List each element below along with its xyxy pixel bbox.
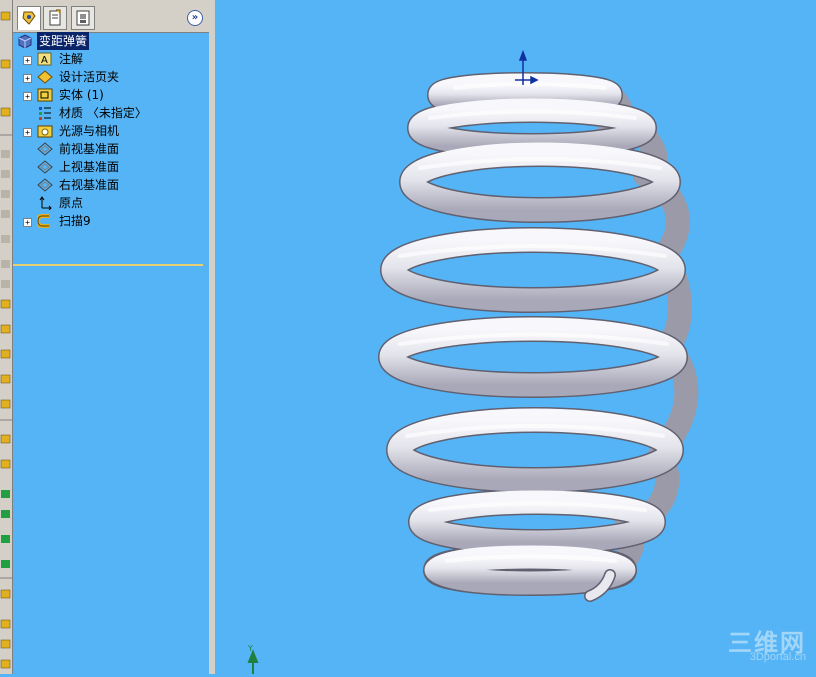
part-icon xyxy=(18,34,32,48)
graphics-viewport[interactable]: Y 三维网 3Dportal.cn xyxy=(215,0,816,674)
annotation-icon: A xyxy=(37,52,52,66)
tree-item-label: 原点 xyxy=(59,196,84,210)
tree-root-label: 变距弹簧 xyxy=(37,32,90,50)
rollback-bar[interactable] xyxy=(13,264,203,266)
feature-manager-icon xyxy=(22,11,36,25)
sweep-icon xyxy=(37,214,49,228)
tree-item-label: 光源与相机 xyxy=(59,124,120,138)
lights-cameras-icon xyxy=(37,125,53,138)
tree-item-right-plane[interactable]: 右视基准面 xyxy=(13,176,209,194)
feature-manager-tabs: » xyxy=(13,0,209,33)
tree-item-origin[interactable]: 原点 xyxy=(13,194,209,212)
expand-toggle[interactable]: + xyxy=(23,74,32,83)
plane-icon xyxy=(37,178,53,192)
tree-item-label: 前视基准面 xyxy=(59,142,120,156)
tree-item-label: 扫描9 xyxy=(59,214,91,228)
spring-model[interactable]: Y xyxy=(215,0,816,674)
tree-item-solid-bodies[interactable]: + 实体 (1) xyxy=(13,86,209,104)
expand-toggle[interactable]: + xyxy=(23,56,32,65)
tree-item-front-plane[interactable]: 前视基准面 xyxy=(13,140,209,158)
tree-item-label: 设计活页夹 xyxy=(59,70,120,84)
tab-feature-manager[interactable] xyxy=(17,6,41,30)
material-icon xyxy=(39,107,51,120)
property-manager-icon xyxy=(49,9,61,26)
origin-icon xyxy=(39,196,52,210)
tree-item-label: 右视基准面 xyxy=(59,178,120,192)
expand-toggle[interactable]: + xyxy=(23,128,32,137)
design-binder-icon xyxy=(37,70,53,84)
tree-item-design-binder[interactable]: + 设计活页夹 xyxy=(13,68,209,86)
feature-manager-panel: » 变距弹簧 + A 注解 + 设计活页夹 + 实体 (1) 材质 〈未指定〉 … xyxy=(13,0,215,674)
watermark-url: 3Dportal.cn xyxy=(749,651,806,663)
plane-icon xyxy=(37,160,53,174)
triad-y-label: Y xyxy=(247,644,253,653)
expand-panel-icon[interactable]: » xyxy=(187,10,203,26)
toolbar-icons[interactable] xyxy=(0,0,12,674)
configuration-manager-icon xyxy=(76,10,90,26)
origin-marker xyxy=(515,49,539,85)
plane-icon xyxy=(37,142,53,156)
expand-toggle[interactable]: + xyxy=(23,92,32,101)
tree-item-lights-cameras[interactable]: + 光源与相机 xyxy=(13,122,209,140)
tab-configuration-manager[interactable] xyxy=(71,6,95,30)
tree-item-label: 实体 (1) xyxy=(59,88,104,102)
tree-item-annotations[interactable]: + A 注解 xyxy=(13,50,209,68)
tab-property-manager[interactable] xyxy=(43,6,67,30)
tree-item-label: 注解 xyxy=(59,52,84,66)
tree-item-label: 上视基准面 xyxy=(59,160,120,174)
svg-text:A: A xyxy=(41,55,48,66)
tree-item-sweep[interactable]: + 扫描9 xyxy=(13,212,209,230)
command-toolbar-strip xyxy=(0,0,13,674)
tree-item-top-plane[interactable]: 上视基准面 xyxy=(13,158,209,176)
reference-triad xyxy=(247,649,259,674)
expand-toggle[interactable]: + xyxy=(23,218,32,227)
tree-item-material[interactable]: 材质 〈未指定〉 xyxy=(13,104,209,122)
solid-body-icon xyxy=(37,88,53,102)
tree-item-label: 材质 〈未指定〉 xyxy=(59,106,147,120)
